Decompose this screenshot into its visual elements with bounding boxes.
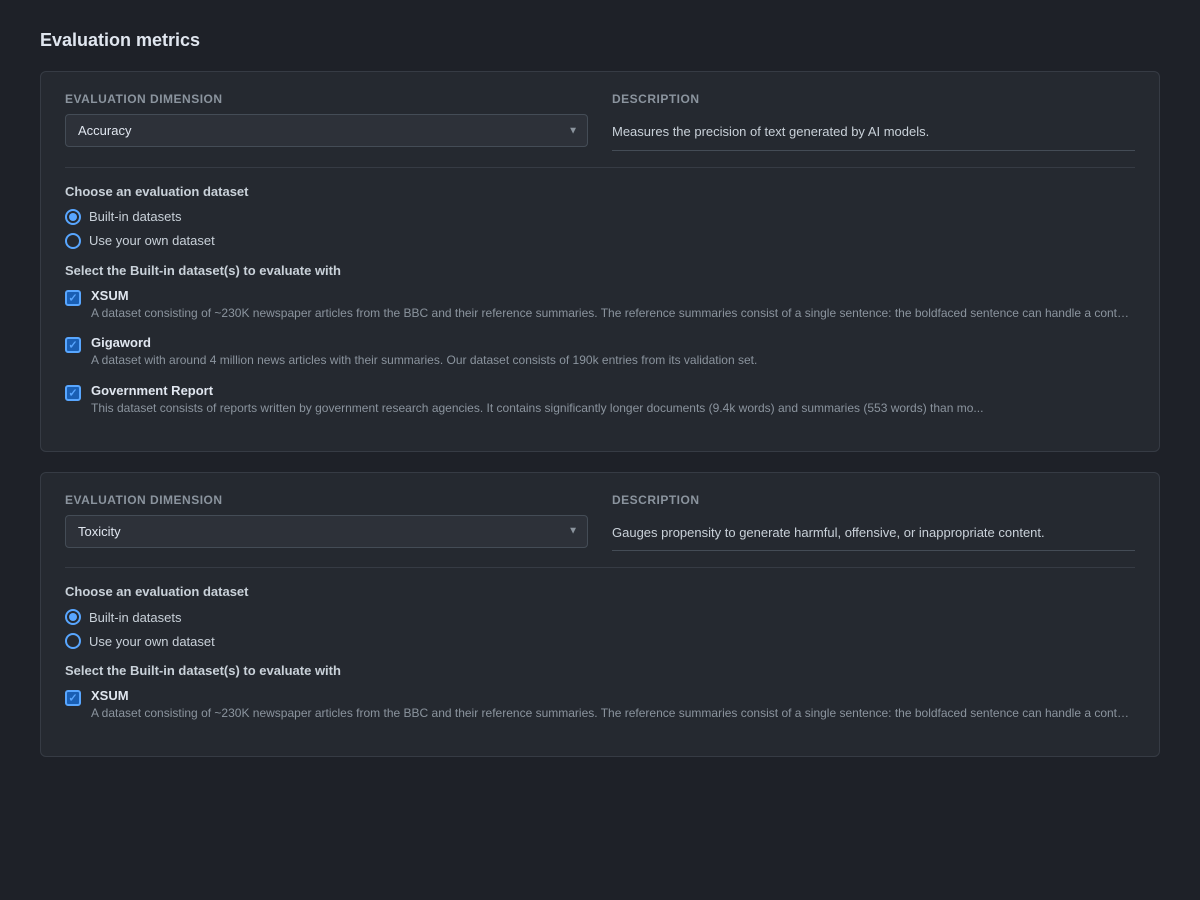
dataset-radio-group-2: Built-in datasets Use your own dataset [65, 609, 1135, 649]
metric-card-accuracy: Evaluation dimension Accuracy Toxicity F… [40, 71, 1160, 452]
card-header: Evaluation dimension Accuracy Toxicity F… [65, 92, 1135, 168]
dataset-desc-xsum-2: A dataset consisting of ~230K newspaper … [91, 705, 1135, 722]
description-section: Description Measures the precision of te… [612, 92, 1135, 151]
radio-builtin-label: Built-in datasets [89, 209, 182, 224]
dataset-desc-xsum-1: A dataset consisting of ~230K newspaper … [91, 305, 1135, 322]
dataset-info-gigaword-1: Gigaword A dataset with around 4 million… [91, 335, 1135, 369]
dataset-item-govreport-1: Government Report This dataset consists … [65, 383, 1135, 417]
description-label-2: Description [612, 493, 1135, 507]
eval-dimension-section-2: Evaluation dimension Accuracy Toxicity F… [65, 493, 588, 552]
datasets-list-2: XSUM A dataset consisting of ~230K newsp… [65, 688, 1135, 722]
radio-builtin-label-2: Built-in datasets [89, 610, 182, 625]
dimension-select-wrapper-2[interactable]: Accuracy Toxicity Fluency Coherence ▼ [65, 515, 588, 548]
checkbox-govreport-1[interactable] [65, 385, 81, 401]
datasets-section-label: Select the Built-in dataset(s) to evalua… [65, 263, 1135, 278]
dimension-label: Evaluation dimension [65, 92, 588, 106]
dataset-info-govreport-1: Government Report This dataset consists … [91, 383, 1135, 417]
radio-own-label: Use your own dataset [89, 233, 215, 248]
datasets-list: XSUM A dataset consisting of ~230K newsp… [65, 288, 1135, 417]
radio-builtin-input-2[interactable] [65, 609, 81, 625]
dataset-name-govreport-1: Government Report [91, 383, 1135, 398]
dataset-name-xsum-2: XSUM [91, 688, 1135, 703]
radio-builtin-item-2[interactable]: Built-in datasets [65, 609, 1135, 625]
card-header-2: Evaluation dimension Accuracy Toxicity F… [65, 493, 1135, 569]
dataset-choice-label: Choose an evaluation dataset [65, 184, 1135, 199]
radio-own-input-2[interactable] [65, 633, 81, 649]
checkbox-gigaword-1[interactable] [65, 337, 81, 353]
dataset-name-xsum-1: XSUM [91, 288, 1135, 303]
dataset-info-xsum-2: XSUM A dataset consisting of ~230K newsp… [91, 688, 1135, 722]
dataset-item-xsum-2: XSUM A dataset consisting of ~230K newsp… [65, 688, 1135, 722]
dataset-choice-label-2: Choose an evaluation dataset [65, 584, 1135, 599]
dimension-label-2: Evaluation dimension [65, 493, 588, 507]
metric-card-toxicity: Evaluation dimension Accuracy Toxicity F… [40, 472, 1160, 757]
dataset-info-xsum-1: XSUM A dataset consisting of ~230K newsp… [91, 288, 1135, 322]
radio-builtin-input[interactable] [65, 209, 81, 225]
radio-own-label-2: Use your own dataset [89, 634, 215, 649]
dimension-select-wrapper[interactable]: Accuracy Toxicity Fluency Coherence ▼ [65, 114, 588, 147]
datasets-section-label-2: Select the Built-in dataset(s) to evalua… [65, 663, 1135, 678]
radio-own-item-2[interactable]: Use your own dataset [65, 633, 1135, 649]
page-title: Evaluation metrics [40, 30, 1160, 51]
radio-own-input[interactable] [65, 233, 81, 249]
description-text: Measures the precision of text generated… [612, 114, 1135, 151]
dataset-desc-govreport-1: This dataset consists of reports written… [91, 400, 1135, 417]
checkbox-xsum-2[interactable] [65, 690, 81, 706]
description-section-2: Description Gauges propensity to generat… [612, 493, 1135, 552]
radio-builtin-item[interactable]: Built-in datasets [65, 209, 1135, 225]
dataset-item-xsum-1: XSUM A dataset consisting of ~230K newsp… [65, 288, 1135, 322]
dimension-select-accuracy[interactable]: Accuracy Toxicity Fluency Coherence [65, 114, 588, 147]
checkbox-xsum-1[interactable] [65, 290, 81, 306]
description-label: Description [612, 92, 1135, 106]
description-text-2: Gauges propensity to generate harmful, o… [612, 515, 1135, 552]
dataset-item-gigaword-1: Gigaword A dataset with around 4 million… [65, 335, 1135, 369]
dataset-desc-gigaword-1: A dataset with around 4 million news art… [91, 352, 1135, 369]
dimension-select-toxicity[interactable]: Accuracy Toxicity Fluency Coherence [65, 515, 588, 548]
dataset-radio-group: Built-in datasets Use your own dataset [65, 209, 1135, 249]
dataset-name-gigaword-1: Gigaword [91, 335, 1135, 350]
radio-own-item[interactable]: Use your own dataset [65, 233, 1135, 249]
eval-dimension-section: Evaluation dimension Accuracy Toxicity F… [65, 92, 588, 151]
